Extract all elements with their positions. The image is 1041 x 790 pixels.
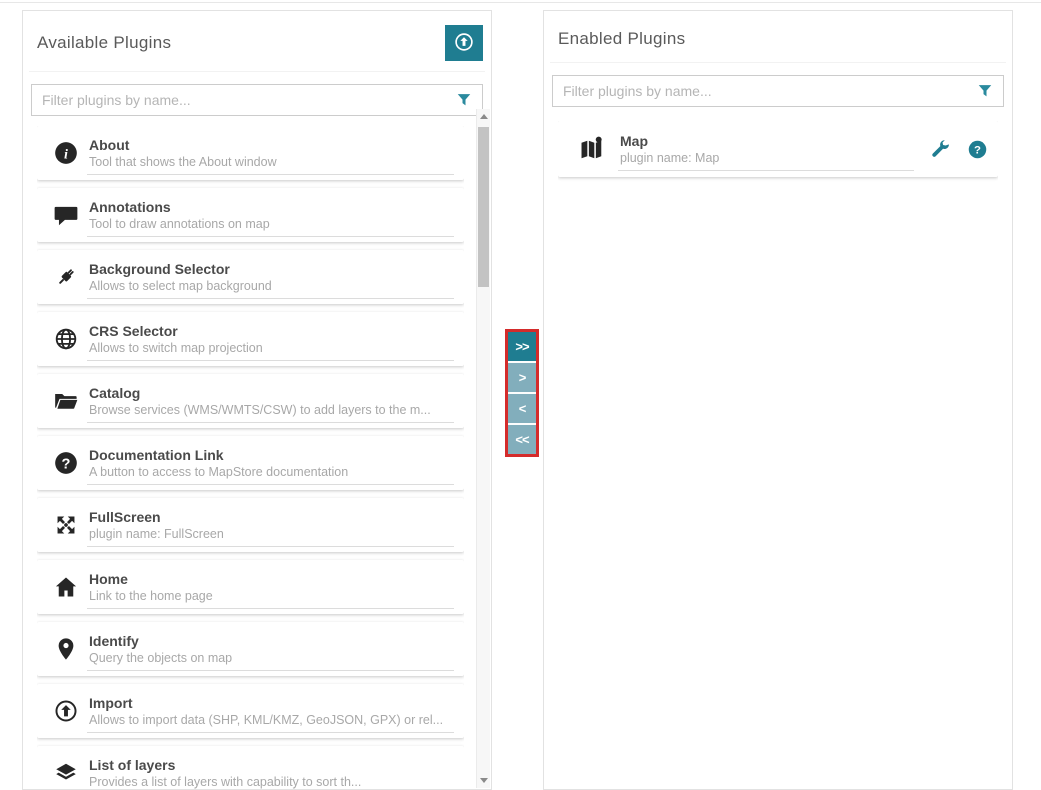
transfer-buttons-highlight: >>><<< bbox=[505, 329, 539, 457]
plugin-title: CRS Selector bbox=[89, 323, 454, 340]
plugin-card[interactable]: Home Link to the home page bbox=[37, 560, 464, 614]
plugin-card[interactable]: Annotations Tool to draw annotations on … bbox=[37, 188, 464, 242]
scroll-down-arrow-icon[interactable] bbox=[477, 773, 490, 788]
home-icon bbox=[45, 574, 87, 600]
plugin-card-text: Catalog Browse services (WMS/WMTS/CSW) t… bbox=[87, 383, 454, 423]
plugin-description: Tool to draw annotations on map bbox=[89, 217, 454, 231]
scrollbar-thumb[interactable] bbox=[478, 127, 489, 287]
info-icon: i bbox=[45, 140, 87, 166]
plug-icon bbox=[45, 264, 87, 290]
enabled-plugins-header: Enabled Plugins bbox=[550, 23, 1006, 63]
available-list-scrollbar[interactable] bbox=[476, 109, 490, 788]
plugin-card[interactable]: Background Selector Allows to select map… bbox=[37, 250, 464, 304]
enabled-filter-row bbox=[552, 75, 1004, 107]
move-left-button[interactable]: < bbox=[508, 394, 536, 423]
available-plugins-title: Available Plugins bbox=[37, 33, 171, 53]
plugin-card[interactable]: CRS Selector Allows to switch map projec… bbox=[37, 312, 464, 366]
plugin-card[interactable]: Catalog Browse services (WMS/WMTS/CSW) t… bbox=[37, 374, 464, 428]
plugin-description: Allows to select map background bbox=[89, 279, 454, 293]
available-filter-input[interactable] bbox=[31, 84, 483, 116]
globe-icon bbox=[45, 326, 87, 352]
plugin-card-text: CRS Selector Allows to switch map projec… bbox=[87, 321, 454, 361]
svg-text:?: ? bbox=[974, 144, 981, 156]
plugin-card[interactable]: List of layers Provides a list of layers… bbox=[37, 746, 464, 789]
question-icon: ? bbox=[45, 450, 87, 476]
available-filter-row bbox=[31, 84, 483, 116]
import-icon bbox=[45, 698, 87, 724]
comment-icon bbox=[45, 202, 87, 228]
marker-icon bbox=[45, 636, 87, 662]
enabled-plugins-title: Enabled Plugins bbox=[558, 29, 685, 49]
add-plugin-button[interactable] bbox=[445, 25, 483, 61]
plugin-title: List of layers bbox=[89, 757, 454, 774]
plugin-title: Background Selector bbox=[89, 261, 454, 278]
plugin-card[interactable]: Import Allows to import data (SHP, KML/K… bbox=[37, 684, 464, 738]
plugin-card-text: Home Link to the home page bbox=[87, 569, 454, 609]
plugin-description: plugin name: Map bbox=[620, 151, 914, 165]
plugin-card-text: About Tool that shows the About window bbox=[87, 135, 454, 175]
plugin-title: Documentation Link bbox=[89, 447, 454, 464]
plugin-title: Import bbox=[89, 695, 454, 712]
upload-circle-icon bbox=[453, 31, 475, 56]
plugin-card-text: List of layers Provides a list of layers… bbox=[87, 755, 454, 790]
plugin-description: Allows to import data (SHP, KML/KMZ, Geo… bbox=[89, 713, 454, 727]
plugin-card-text: Documentation Link A button to access to… bbox=[87, 445, 454, 485]
fullscreen-icon bbox=[45, 512, 87, 538]
plugin-card[interactable]: FullScreen plugin name: FullScreen bbox=[37, 498, 464, 552]
plugin-title: Identify bbox=[89, 633, 454, 650]
enabled-plugins-panel: Enabled Plugins Map plugin name: Map ? bbox=[543, 10, 1013, 790]
available-plugins-header: Available Plugins bbox=[29, 23, 485, 72]
filter-icon[interactable] bbox=[975, 81, 995, 101]
page-top-divider bbox=[0, 2, 1041, 3]
plugin-title: About bbox=[89, 137, 454, 154]
enabled-plugins-list: Map plugin name: Map ? bbox=[558, 121, 998, 789]
available-plugins-panel: Available Plugins i About Tool that show… bbox=[22, 10, 492, 790]
filter-icon[interactable] bbox=[454, 90, 474, 110]
map-icon bbox=[566, 134, 618, 165]
svg-text:i: i bbox=[64, 146, 68, 162]
plugin-card-text: Map plugin name: Map bbox=[618, 131, 914, 171]
plugin-description: Link to the home page bbox=[89, 589, 454, 603]
plugin-card[interactable]: Identify Query the objects on map bbox=[37, 622, 464, 676]
plugin-title: FullScreen bbox=[89, 509, 454, 526]
scroll-up-arrow-icon[interactable] bbox=[477, 109, 490, 124]
plugin-description: A button to access to MapStore documenta… bbox=[89, 465, 454, 479]
plugin-title: Map bbox=[620, 133, 914, 150]
folder-open-icon bbox=[45, 388, 87, 414]
plugin-description: Browse services (WMS/WMTS/CSW) to add la… bbox=[89, 403, 454, 417]
plugin-card-text: FullScreen plugin name: FullScreen bbox=[87, 507, 454, 547]
plugin-description: Query the objects on map bbox=[89, 651, 454, 665]
plugin-card-text: Background Selector Allows to select map… bbox=[87, 259, 454, 299]
svg-text:?: ? bbox=[62, 456, 71, 472]
wrench-icon[interactable] bbox=[930, 139, 951, 160]
enabled-filter-input[interactable] bbox=[552, 75, 1004, 107]
plugin-card[interactable]: Map plugin name: Map ? bbox=[558, 121, 998, 177]
plugin-card-text: Identify Query the objects on map bbox=[87, 631, 454, 671]
plugin-card[interactable]: i About Tool that shows the About window bbox=[37, 126, 464, 180]
available-plugins-list: i About Tool that shows the About window… bbox=[37, 126, 464, 789]
layers-icon bbox=[45, 760, 87, 786]
plugin-title: Annotations bbox=[89, 199, 454, 216]
plugin-card-text: Annotations Tool to draw annotations on … bbox=[87, 197, 454, 237]
move-all-right-button[interactable]: >> bbox=[508, 332, 536, 361]
plugin-description: Tool that shows the About window bbox=[89, 155, 454, 169]
plugin-description: Provides a list of layers with capabilit… bbox=[89, 775, 454, 789]
plugin-title: Catalog bbox=[89, 385, 454, 402]
move-right-button[interactable]: > bbox=[508, 363, 536, 392]
move-all-left-button[interactable]: << bbox=[508, 425, 536, 454]
plugin-card-text: Import Allows to import data (SHP, KML/K… bbox=[87, 693, 454, 733]
plugin-title: Home bbox=[89, 571, 454, 588]
plugin-card[interactable]: ? Documentation Link A button to access … bbox=[37, 436, 464, 490]
plugin-description: plugin name: FullScreen bbox=[89, 527, 454, 541]
help-icon[interactable]: ? bbox=[967, 139, 988, 160]
plugin-description: Allows to switch map projection bbox=[89, 341, 454, 355]
